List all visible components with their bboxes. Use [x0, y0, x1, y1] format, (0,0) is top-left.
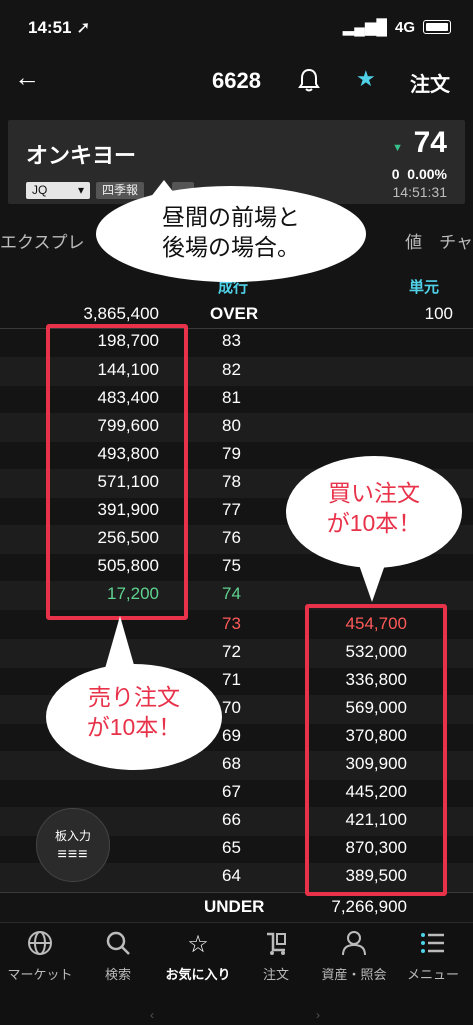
star-icon: ☆ — [187, 931, 209, 958]
sell-orders-highlight — [46, 324, 188, 620]
annotation-buy: 買い注文 が10本！ — [286, 456, 462, 568]
tab-express[interactable]: エクスプレ — [0, 228, 85, 253]
search-icon — [78, 930, 158, 962]
board-input-icon: ≡≡≡ — [57, 846, 89, 863]
tab-order[interactable]: 注文 — [236, 930, 316, 983]
tab-assets[interactable]: 資産・照会 — [314, 930, 394, 983]
status-indicators: ▂▄▆█ 4G — [343, 18, 451, 36]
price-change: 0 0.00% — [391, 166, 447, 182]
annotation-sell: 売り注文 が10本！ — [46, 664, 222, 770]
bell-icon[interactable] — [298, 68, 320, 98]
board-input-label: 板入力 — [54, 829, 91, 843]
network-type: 4G — [394, 18, 415, 36]
battery-icon — [423, 20, 451, 34]
menu-icon — [393, 930, 473, 962]
buy-orders-highlight — [305, 604, 447, 896]
caret-down-icon: ▾ — [77, 183, 84, 197]
annotation-top-pointer — [150, 180, 178, 198]
annotation-buy-pointer — [358, 562, 386, 602]
signal-icon: ▂▄▆█ — [342, 19, 387, 36]
unit-value: 100 — [424, 304, 453, 323]
under-quantity: 7,266,900 — [331, 897, 407, 916]
over-quantity: 3,865,400 — [83, 304, 159, 323]
tab-search[interactable]: 検索 — [78, 930, 158, 983]
tab-menu[interactable]: メニュー — [393, 930, 473, 983]
stock-name: オンキヨー — [26, 143, 137, 168]
tab-chart[interactable]: 値 チャ — [405, 228, 473, 253]
tab-market[interactable]: マーケット — [0, 930, 80, 983]
browser-nav-hint: ‹ › — [150, 1008, 320, 1022]
chevron-right-icon[interactable]: › — [316, 1008, 320, 1022]
order-button[interactable]: 注文 — [410, 68, 450, 97]
market-select[interactable]: JQ ▾ — [26, 182, 90, 199]
location-icon: ➚ — [76, 18, 91, 37]
price-down-icon: ▼ — [392, 142, 403, 154]
order-icon — [236, 930, 316, 962]
favorite-star-icon[interactable]: ★ — [356, 66, 376, 92]
current-price: 74 — [413, 126, 447, 159]
status-time: 14:51 ➚ — [28, 18, 91, 37]
chevron-left-icon[interactable]: ‹ — [150, 1008, 154, 1022]
tab-favorites[interactable]: ☆ お気に入り — [158, 930, 238, 983]
unit-header: 単元 — [408, 279, 439, 296]
stock-code-title: 6628 — [212, 68, 261, 93]
annotation-top: 昼間の前場と 後場の場合。 — [96, 186, 366, 282]
globe-icon — [0, 930, 80, 962]
board-input-button[interactable]: 板入力 ≡≡≡ — [36, 808, 110, 882]
price-time: 14:51:31 — [392, 184, 448, 200]
under-label: UNDER — [204, 897, 265, 916]
over-label: OVER — [210, 304, 259, 323]
person-icon — [314, 930, 394, 962]
